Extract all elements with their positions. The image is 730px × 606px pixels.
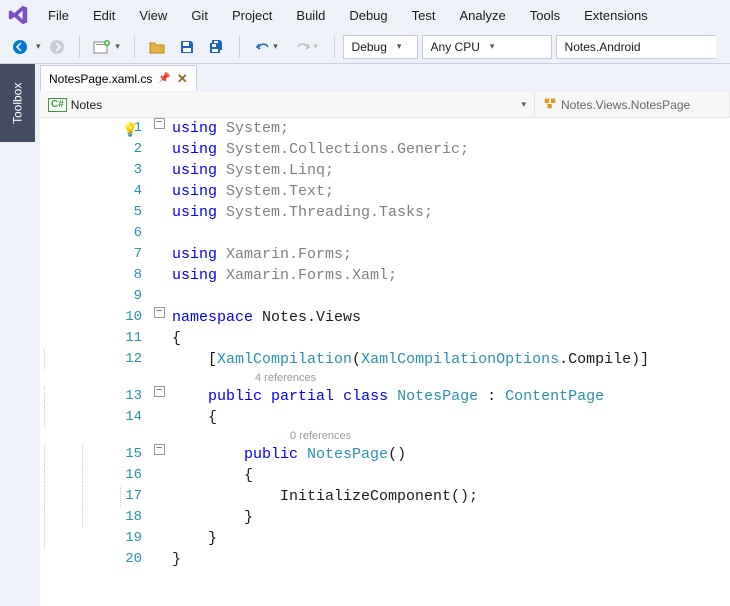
codelens-references[interactable]: 0 references: [40, 428, 730, 444]
open-file-button[interactable]: [143, 34, 171, 60]
nav-back-button[interactable]: [6, 34, 34, 60]
line-number: 9: [40, 286, 150, 307]
line-number: 4: [40, 181, 150, 202]
fold-toggle[interactable]: −: [154, 307, 165, 318]
nav-forward-button[interactable]: [43, 34, 71, 60]
line-number: 19: [40, 528, 150, 549]
undo-button[interactable]: ▾: [248, 34, 286, 60]
line-number: 7: [40, 244, 150, 265]
code-navbar: C# Notes ▾ Notes.Views.NotesPage: [40, 92, 730, 118]
line-number: 16: [40, 465, 150, 486]
vs-logo: [6, 3, 30, 27]
codelens-references[interactable]: 4 references: [40, 370, 730, 386]
menu-edit[interactable]: Edit: [81, 4, 127, 27]
line-number: 11: [40, 328, 150, 349]
line-number: 8: [40, 265, 150, 286]
class-icon: [543, 96, 557, 113]
editor-area: NotesPage.xaml.cs 📌 ✕ C# Notes ▾ Notes.V…: [40, 82, 730, 606]
new-project-button[interactable]: ▾: [88, 34, 126, 60]
line-number: 2: [40, 139, 150, 160]
line-number: 15: [40, 444, 150, 465]
line-number: 10: [40, 307, 150, 328]
save-button[interactable]: [173, 34, 201, 60]
caret-down-icon[interactable]: ▾: [36, 41, 41, 52]
tab-filename: NotesPage.xaml.cs: [49, 72, 152, 86]
navbar-project[interactable]: C# Notes ▾: [40, 92, 535, 117]
line-number: 6: [40, 223, 150, 244]
csharp-icon: C#: [48, 98, 67, 112]
fold-toggle[interactable]: −: [154, 386, 165, 397]
line-number: 13: [40, 386, 150, 407]
menu-test[interactable]: Test: [400, 4, 448, 27]
line-number: 18: [40, 507, 150, 528]
code-editor[interactable]: 1💡−using System; 2using System.Collectio…: [40, 118, 730, 606]
menu-tools[interactable]: Tools: [518, 4, 572, 27]
fold-toggle[interactable]: −: [154, 118, 165, 129]
line-number: 17: [40, 486, 150, 507]
menu-build[interactable]: Build: [284, 4, 337, 27]
navbar-project-label: Notes: [71, 98, 102, 112]
close-icon[interactable]: ✕: [177, 71, 188, 87]
fold-toggle[interactable]: −: [154, 444, 165, 455]
menu-git[interactable]: Git: [179, 4, 220, 27]
line-number: 3: [40, 160, 150, 181]
platform-value: Any CPU: [431, 40, 480, 54]
line-number: 5: [40, 202, 150, 223]
startup-project-value: Notes.Android: [565, 40, 641, 54]
pin-icon[interactable]: 📌: [158, 73, 170, 84]
lightbulb-icon[interactable]: 💡: [122, 120, 138, 141]
redo-button[interactable]: ▾: [288, 34, 326, 60]
toolbar: ▾ ▾ ▾ ▾ Debug ▾: [0, 30, 730, 64]
menu-debug[interactable]: Debug: [337, 4, 399, 27]
save-all-button[interactable]: [203, 34, 231, 60]
toolbox-panel-tab[interactable]: Toolbox: [0, 64, 35, 142]
caret-down-icon: ▾: [397, 41, 402, 52]
menu-analyze[interactable]: Analyze: [447, 4, 517, 27]
menu-file[interactable]: File: [36, 4, 81, 27]
document-tab[interactable]: NotesPage.xaml.cs 📌 ✕: [40, 65, 197, 91]
line-number: 12: [40, 349, 150, 370]
caret-down-icon: ▾: [490, 41, 495, 52]
menu-view[interactable]: View: [127, 4, 179, 27]
navbar-type-label: Notes.Views.NotesPage: [561, 98, 690, 112]
menu-project[interactable]: Project: [220, 4, 284, 27]
menu-extensions[interactable]: Extensions: [572, 4, 660, 27]
platform-combo[interactable]: Any CPU ▾: [422, 35, 552, 59]
configuration-value: Debug: [352, 40, 387, 54]
toolbox-label: Toolbox: [11, 82, 25, 123]
document-tab-well: NotesPage.xaml.cs 📌 ✕: [40, 64, 730, 92]
caret-down-icon: ▾: [521, 99, 526, 110]
line-number: 14: [40, 407, 150, 428]
navbar-type[interactable]: Notes.Views.NotesPage: [535, 92, 730, 117]
line-number: 20: [40, 549, 150, 570]
startup-project-combo[interactable]: Notes.Android: [556, 35, 716, 59]
configuration-combo[interactable]: Debug ▾: [343, 35, 418, 59]
menubar: File Edit View Git Project Build Debug T…: [0, 0, 730, 30]
